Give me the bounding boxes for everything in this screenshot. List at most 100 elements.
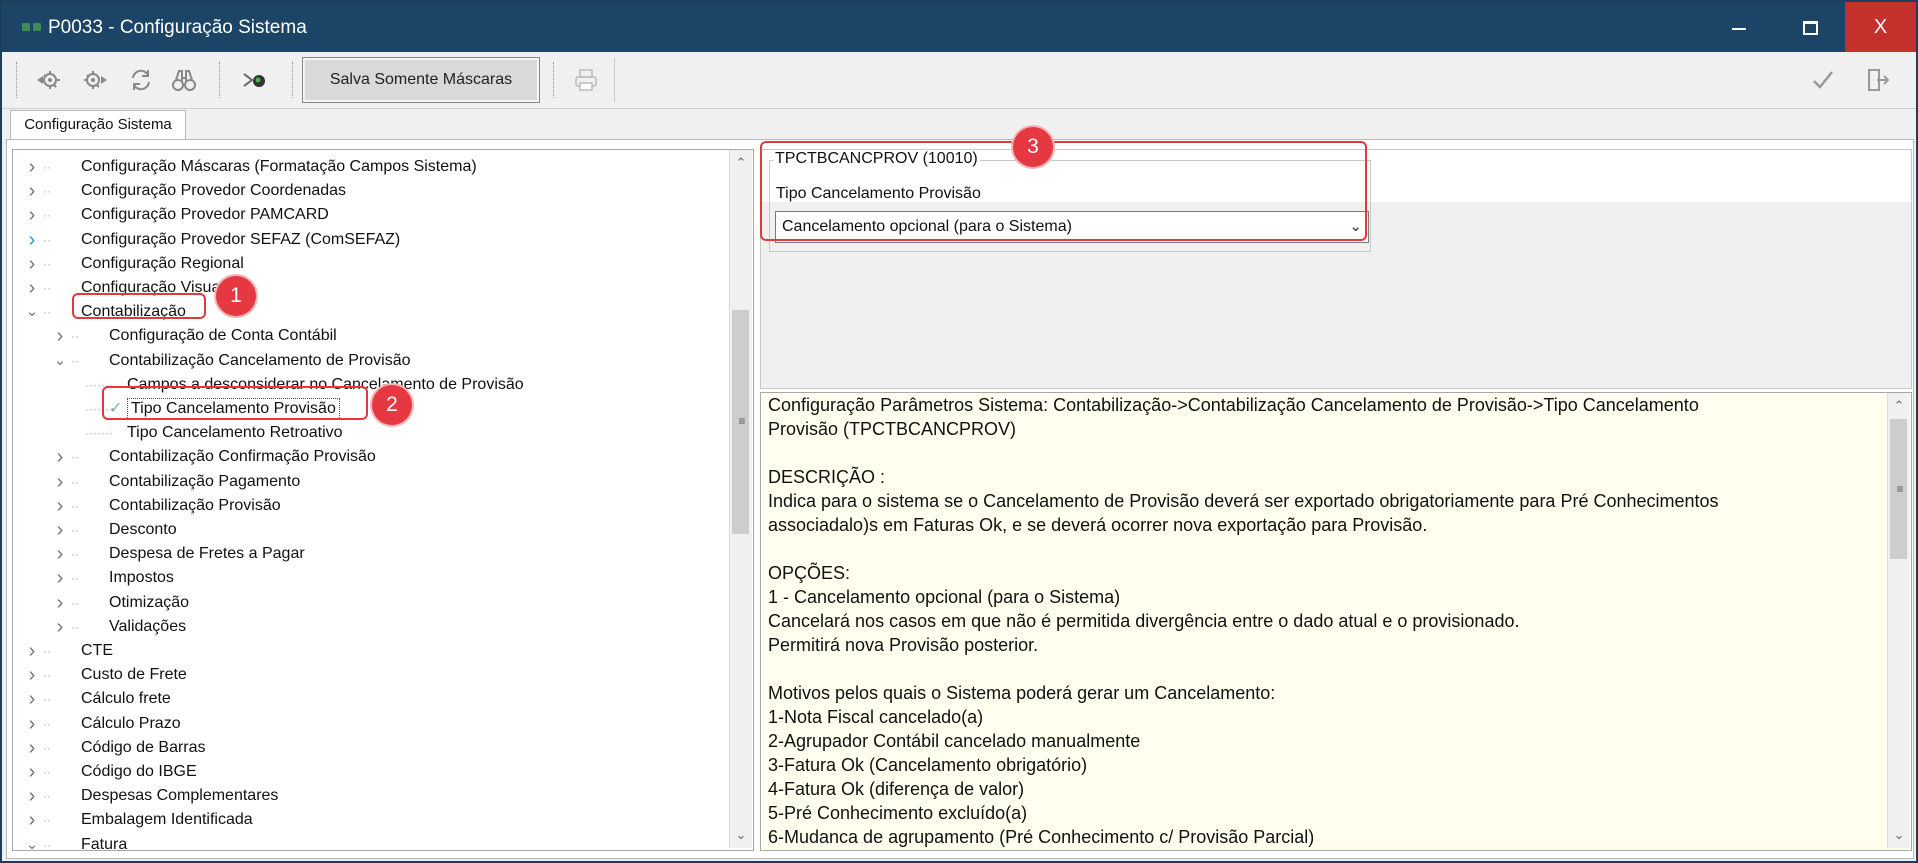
tree-item[interactable]: › ·· Contabilização Confirmação Provisão xyxy=(13,445,725,469)
scroll-up-icon[interactable]: ⌃ xyxy=(730,152,752,174)
chevron-right-icon[interactable]: › xyxy=(25,276,39,300)
description-line: Motivos pelos quais o Sistema poderá ger… xyxy=(768,683,1276,703)
chevron-right-icon[interactable]: › xyxy=(25,179,39,203)
tree-connector: ·· xyxy=(43,668,51,683)
tree-item-label: Contabilização Provisão xyxy=(109,496,281,514)
tree-item[interactable]: › ·· Despesas Complementares xyxy=(13,784,725,808)
description-scrollbar[interactable]: ⌃ ≡ ⌄ xyxy=(1887,393,1910,848)
chevron-down-icon[interactable]: ⌄ xyxy=(25,300,39,324)
scroll-up-icon[interactable]: ⌃ xyxy=(1888,395,1910,417)
tree-item[interactable]: › ·· Custo de Frete xyxy=(13,663,725,687)
tree-connector: ·· xyxy=(71,498,79,513)
chevron-right-icon[interactable]: › xyxy=(25,736,39,760)
chevron-right-icon[interactable]: › xyxy=(25,712,39,736)
tree-item[interactable]: › ·· Otimização xyxy=(13,591,725,615)
chevron-right-icon[interactable]: › xyxy=(53,542,67,566)
tree-item[interactable]: › ·· Configuração de Conta Contábil xyxy=(13,324,725,348)
chevron-down-icon[interactable]: ⌄ xyxy=(25,833,39,850)
description-line: 6-Mudanca de agrupamento (Pré Conhecimen… xyxy=(768,827,1315,847)
toolbar-grip[interactable] xyxy=(16,62,19,98)
tree-connector: ······· xyxy=(85,377,113,392)
chevron-right-icon[interactable]: › xyxy=(25,252,39,276)
scroll-down-icon[interactable]: ⌄ xyxy=(1888,824,1910,846)
tree-item-label: Cálculo frete xyxy=(81,690,171,708)
tree-item[interactable]: › ·· Validações xyxy=(13,615,725,639)
chevron-right-icon[interactable]: › xyxy=(25,639,39,663)
chevron-right-icon[interactable]: › xyxy=(53,518,67,542)
tree-item[interactable]: › ·· Configuração Regional xyxy=(13,252,725,276)
highlight-box-1 xyxy=(72,293,206,319)
exit-icon[interactable] xyxy=(1859,62,1895,98)
tree-item[interactable]: ⌄ ·· Contabilização Cancelamento de Provis… xyxy=(13,349,725,373)
tree-item-label: Configuração Provedor PAMCARD xyxy=(81,206,329,224)
config-tree[interactable]: ⌃ ≡ ⌄ › ·· Configuração Máscaras (Formataç… xyxy=(12,149,754,851)
toolbar-grip[interactable] xyxy=(553,62,556,98)
tree-item[interactable]: › ·· Configuração Provedor SEFAZ (ComSEFAZ… xyxy=(13,228,725,252)
chevron-right-icon[interactable]: › xyxy=(25,203,39,227)
tree-item[interactable]: › ·· Configuração Máscaras (Formatação Cam… xyxy=(13,155,725,179)
tree-item-label: Impostos xyxy=(109,569,174,587)
tree-item[interactable]: › ·· Contabilização Provisão xyxy=(13,494,725,518)
chevron-down-icon[interactable]: ⌄ xyxy=(53,349,67,373)
tree-item-label: Código do IBGE xyxy=(81,763,197,780)
tree-item-label: Contabilização Pagamento xyxy=(109,472,301,490)
tree-scroll-thumb[interactable]: ≡ xyxy=(732,310,749,534)
chevron-right-icon[interactable]: › xyxy=(53,494,67,518)
close-button[interactable]: X xyxy=(1845,2,1916,52)
toolbar-separator xyxy=(614,58,615,102)
tree-item[interactable]: › ·· Cálculo frete xyxy=(13,687,725,711)
chevron-right-icon[interactable]: › xyxy=(25,760,39,784)
tree-item[interactable]: ······· Tipo Cancelamento Retroativo xyxy=(13,421,725,445)
chevron-right-icon[interactable]: › xyxy=(25,687,39,711)
tree-item-label: Cálculo Prazo xyxy=(81,714,181,732)
chevron-right-icon[interactable]: › xyxy=(25,663,39,687)
tab-configuracao-sistema[interactable]: Configuração Sistema xyxy=(10,110,186,140)
tree-item[interactable]: ⌄ ·· Fatura xyxy=(13,833,725,850)
description-panel[interactable]: Configuração Parâmetros Sistema: Contabi… xyxy=(760,392,1912,851)
tree-item-label: Configuração Máscaras (Formatação Campos… xyxy=(81,158,477,175)
tree-item[interactable]: › ·· Código do IBGE xyxy=(13,760,725,784)
toolbar-grip[interactable] xyxy=(292,62,295,98)
chevron-right-icon[interactable]: › xyxy=(25,228,39,252)
binoculars-icon[interactable] xyxy=(166,62,202,98)
refresh-icon[interactable] xyxy=(123,62,159,98)
gear-back-icon[interactable] xyxy=(31,62,67,98)
tree-connector: ·· xyxy=(71,571,79,586)
chevron-right-icon[interactable]: › xyxy=(25,808,39,832)
tree-item[interactable]: › ·· CTE xyxy=(13,639,725,663)
tree-item[interactable]: › ·· Embalagem Identificada xyxy=(13,808,725,832)
minimize-button[interactable] xyxy=(1705,2,1775,52)
tree-item-label: Tipo Cancelamento Retroativo xyxy=(127,424,343,442)
tree-item[interactable]: › ·· Desconto xyxy=(13,518,725,542)
description-scroll-thumb[interactable]: ≡ xyxy=(1890,419,1907,559)
checkmark-icon[interactable] xyxy=(1805,62,1841,98)
tree-item[interactable]: › ·· Contabilização Pagamento xyxy=(13,470,725,494)
save-masks-button[interactable]: Salva Somente Máscaras xyxy=(302,57,540,103)
tree-item[interactable]: › ·· Configuração Provedor PAMCARD xyxy=(13,203,725,227)
tree-scrollbar[interactable]: ⌃ ≡ ⌄ xyxy=(729,150,752,848)
chevron-right-icon[interactable]: › xyxy=(25,784,39,808)
tree-item[interactable]: › ·· Configuração Provedor Coordenadas xyxy=(13,179,725,203)
chevron-right-icon[interactable]: › xyxy=(53,566,67,590)
printer-icon[interactable] xyxy=(568,62,604,98)
tree-item-label: Código de Barras xyxy=(81,738,206,756)
description-line: Cancelará nos casos em que não é permiti… xyxy=(768,611,1520,631)
chevron-right-icon[interactable]: › xyxy=(53,615,67,639)
grip-icon: ≡ xyxy=(738,414,746,428)
chevron-right-icon[interactable]: › xyxy=(53,324,67,348)
chevron-right-icon[interactable]: › xyxy=(53,445,67,469)
tree-connector: ·· xyxy=(71,329,79,344)
chevron-right-icon[interactable]: › xyxy=(53,470,67,494)
tree-item[interactable]: › ·· Cálculo Prazo xyxy=(13,712,725,736)
chevron-right-icon[interactable]: › xyxy=(25,155,39,179)
maximize-button[interactable] xyxy=(1775,2,1845,52)
tree-item[interactable]: › ·· Impostos xyxy=(13,566,725,590)
toolbar-grip[interactable] xyxy=(219,62,222,98)
scroll-down-icon[interactable]: ⌄ xyxy=(730,824,752,846)
description-line: Provisão (TPCTBCANCPROV) xyxy=(768,419,1017,439)
tree-item[interactable]: › ·· Código de Barras xyxy=(13,736,725,760)
gear-forward-icon[interactable] xyxy=(77,62,113,98)
tree-item[interactable]: › ·· Despesa de Fretes a Pagar xyxy=(13,542,725,566)
key-search-icon[interactable] xyxy=(236,62,272,98)
chevron-right-icon[interactable]: › xyxy=(53,591,67,615)
